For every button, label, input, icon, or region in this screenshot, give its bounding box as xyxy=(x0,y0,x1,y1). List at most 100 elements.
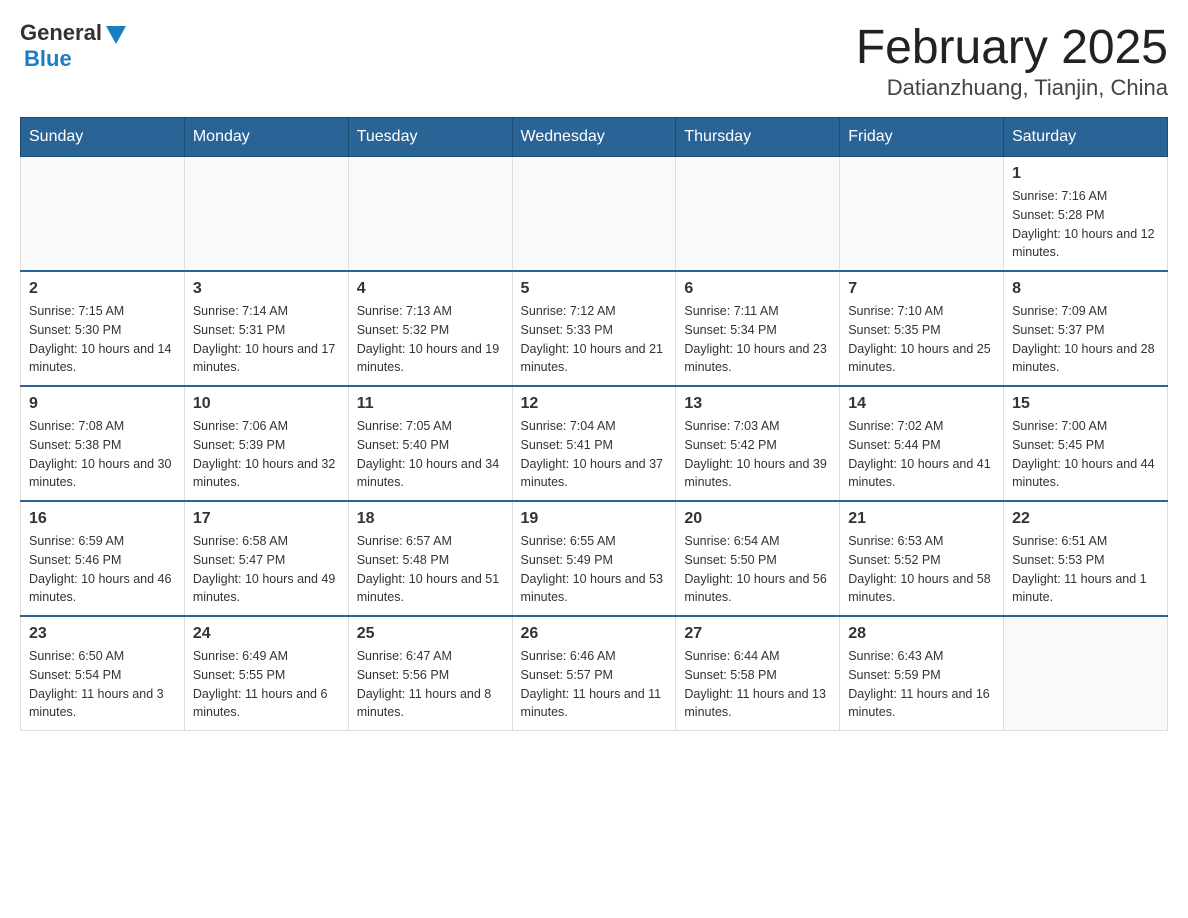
day-info: Sunrise: 6:57 AM Sunset: 5:48 PM Dayligh… xyxy=(357,532,504,607)
calendar-header-wednesday: Wednesday xyxy=(512,118,676,157)
day-info: Sunrise: 7:05 AM Sunset: 5:40 PM Dayligh… xyxy=(357,417,504,492)
logo-blue-label: Blue xyxy=(24,46,72,72)
calendar-week-row: 1 Sunrise: 7:16 AM Sunset: 5:28 PM Daylig… xyxy=(21,157,1168,272)
calendar-cell: 15 Sunrise: 7:00 AM Sunset: 5:45 PM Dayli… xyxy=(1004,386,1168,501)
day-number: 19 xyxy=(521,510,668,528)
day-info: Sunrise: 6:51 AM Sunset: 5:53 PM Dayligh… xyxy=(1012,532,1159,607)
day-info: Sunrise: 7:08 AM Sunset: 5:38 PM Dayligh… xyxy=(29,417,176,492)
calendar-cell: 17 Sunrise: 6:58 AM Sunset: 5:47 PM Dayli… xyxy=(184,501,348,616)
calendar-cell: 1 Sunrise: 7:16 AM Sunset: 5:28 PM Daylig… xyxy=(1004,157,1168,272)
calendar-cell: 13 Sunrise: 7:03 AM Sunset: 5:42 PM Dayli… xyxy=(676,386,840,501)
day-number: 17 xyxy=(193,510,340,528)
day-info: Sunrise: 7:15 AM Sunset: 5:30 PM Dayligh… xyxy=(29,302,176,377)
calendar-table: SundayMondayTuesdayWednesdayThursdayFrid… xyxy=(20,117,1168,731)
day-info: Sunrise: 6:47 AM Sunset: 5:56 PM Dayligh… xyxy=(357,647,504,722)
day-number: 15 xyxy=(1012,395,1159,413)
calendar-cell: 22 Sunrise: 6:51 AM Sunset: 5:53 PM Dayli… xyxy=(1004,501,1168,616)
day-info: Sunrise: 7:10 AM Sunset: 5:35 PM Dayligh… xyxy=(848,302,995,377)
day-info: Sunrise: 6:58 AM Sunset: 5:47 PM Dayligh… xyxy=(193,532,340,607)
calendar-cell xyxy=(1004,616,1168,731)
day-info: Sunrise: 7:14 AM Sunset: 5:31 PM Dayligh… xyxy=(193,302,340,377)
calendar-header-monday: Monday xyxy=(184,118,348,157)
calendar-week-row: 16Sunrise: 6:59 AM Sunset: 5:46 PM Dayli… xyxy=(21,501,1168,616)
day-number: 20 xyxy=(684,510,831,528)
day-info: Sunrise: 7:11 AM Sunset: 5:34 PM Dayligh… xyxy=(684,302,831,377)
calendar-header-tuesday: Tuesday xyxy=(348,118,512,157)
day-number: 22 xyxy=(1012,510,1159,528)
calendar-cell: 3Sunrise: 7:14 AM Sunset: 5:31 PM Daylig… xyxy=(184,271,348,386)
day-info: Sunrise: 7:06 AM Sunset: 5:39 PM Dayligh… xyxy=(193,417,340,492)
calendar-header-sunday: Sunday xyxy=(21,118,185,157)
calendar-cell: 26 Sunrise: 6:46 AM Sunset: 5:57 PM Dayli… xyxy=(512,616,676,731)
day-info: Sunrise: 6:54 AM Sunset: 5:50 PM Dayligh… xyxy=(684,532,831,607)
calendar-cell xyxy=(512,157,676,272)
day-number: 12 xyxy=(521,395,668,413)
calendar-cell: 19 Sunrise: 6:55 AM Sunset: 5:49 PM Dayli… xyxy=(512,501,676,616)
logo-triangle-icon xyxy=(106,26,126,44)
calendar-cell: 7 Sunrise: 7:10 AM Sunset: 5:35 PM Daylig… xyxy=(840,271,1004,386)
day-number: 21 xyxy=(848,510,995,528)
day-info: Sunrise: 6:46 AM Sunset: 5:57 PM Dayligh… xyxy=(521,647,668,722)
calendar-cell: 6Sunrise: 7:11 AM Sunset: 5:34 PM Daylig… xyxy=(676,271,840,386)
day-number: 2 xyxy=(29,280,176,298)
calendar-header-saturday: Saturday xyxy=(1004,118,1168,157)
day-number: 24 xyxy=(193,625,340,643)
day-number: 26 xyxy=(521,625,668,643)
calendar-cell: 24 Sunrise: 6:49 AM Sunset: 5:55 PM Dayli… xyxy=(184,616,348,731)
calendar-cell: 21Sunrise: 6:53 AM Sunset: 5:52 PM Dayli… xyxy=(840,501,1004,616)
calendar-header-thursday: Thursday xyxy=(676,118,840,157)
day-info: Sunrise: 7:16 AM Sunset: 5:28 PM Dayligh… xyxy=(1012,187,1159,262)
day-info: Sunrise: 7:03 AM Sunset: 5:42 PM Dayligh… xyxy=(684,417,831,492)
calendar-cell: 4 Sunrise: 7:13 AM Sunset: 5:32 PM Daylig… xyxy=(348,271,512,386)
logo-general-label: General xyxy=(20,20,102,46)
calendar-cell: 25 Sunrise: 6:47 AM Sunset: 5:56 PM Dayli… xyxy=(348,616,512,731)
calendar-cell: 27 Sunrise: 6:44 AM Sunset: 5:58 PM Dayli… xyxy=(676,616,840,731)
day-number: 7 xyxy=(848,280,995,298)
calendar-week-row: 9Sunrise: 7:08 AM Sunset: 5:38 PM Daylig… xyxy=(21,386,1168,501)
calendar-cell xyxy=(184,157,348,272)
logo: General Blue xyxy=(20,20,126,72)
day-number: 4 xyxy=(357,280,504,298)
calendar-cell: 23Sunrise: 6:50 AM Sunset: 5:54 PM Dayli… xyxy=(21,616,185,731)
day-info: Sunrise: 7:12 AM Sunset: 5:33 PM Dayligh… xyxy=(521,302,668,377)
calendar-cell: 9Sunrise: 7:08 AM Sunset: 5:38 PM Daylig… xyxy=(21,386,185,501)
calendar-cell: 11 Sunrise: 7:05 AM Sunset: 5:40 PM Dayli… xyxy=(348,386,512,501)
day-number: 14 xyxy=(848,395,995,413)
day-number: 27 xyxy=(684,625,831,643)
page-header: General Blue February 2025 Datianzhuang,… xyxy=(20,20,1168,101)
day-info: Sunrise: 7:04 AM Sunset: 5:41 PM Dayligh… xyxy=(521,417,668,492)
day-number: 23 xyxy=(29,625,176,643)
day-number: 5 xyxy=(521,280,668,298)
title-section: February 2025 Datianzhuang, Tianjin, Chi… xyxy=(856,20,1168,101)
day-info: Sunrise: 7:13 AM Sunset: 5:32 PM Dayligh… xyxy=(357,302,504,377)
calendar-cell xyxy=(348,157,512,272)
calendar-cell: 5 Sunrise: 7:12 AM Sunset: 5:33 PM Daylig… xyxy=(512,271,676,386)
day-number: 28 xyxy=(848,625,995,643)
calendar-cell: 10 Sunrise: 7:06 AM Sunset: 5:39 PM Dayli… xyxy=(184,386,348,501)
day-number: 18 xyxy=(357,510,504,528)
day-number: 25 xyxy=(357,625,504,643)
day-number: 16 xyxy=(29,510,176,528)
calendar-header-row: SundayMondayTuesdayWednesdayThursdayFrid… xyxy=(21,118,1168,157)
day-info: Sunrise: 7:09 AM Sunset: 5:37 PM Dayligh… xyxy=(1012,302,1159,377)
calendar-cell xyxy=(21,157,185,272)
month-title: February 2025 xyxy=(856,20,1168,75)
day-number: 8 xyxy=(1012,280,1159,298)
calendar-cell: 18 Sunrise: 6:57 AM Sunset: 5:48 PM Dayli… xyxy=(348,501,512,616)
logo-general-text: General xyxy=(20,20,126,46)
calendar-cell: 14Sunrise: 7:02 AM Sunset: 5:44 PM Dayli… xyxy=(840,386,1004,501)
calendar-cell xyxy=(676,157,840,272)
day-number: 10 xyxy=(193,395,340,413)
calendar-cell: 2 Sunrise: 7:15 AM Sunset: 5:30 PM Daylig… xyxy=(21,271,185,386)
calendar-cell: 28 Sunrise: 6:43 AM Sunset: 5:59 PM Dayli… xyxy=(840,616,1004,731)
day-number: 13 xyxy=(684,395,831,413)
day-number: 1 xyxy=(1012,165,1159,183)
day-info: Sunrise: 6:49 AM Sunset: 5:55 PM Dayligh… xyxy=(193,647,340,722)
day-info: Sunrise: 6:43 AM Sunset: 5:59 PM Dayligh… xyxy=(848,647,995,722)
calendar-week-row: 2 Sunrise: 7:15 AM Sunset: 5:30 PM Daylig… xyxy=(21,271,1168,386)
day-info: Sunrise: 6:44 AM Sunset: 5:58 PM Dayligh… xyxy=(684,647,831,722)
day-info: Sunrise: 7:00 AM Sunset: 5:45 PM Dayligh… xyxy=(1012,417,1159,492)
day-number: 11 xyxy=(357,395,504,413)
day-info: Sunrise: 6:55 AM Sunset: 5:49 PM Dayligh… xyxy=(521,532,668,607)
calendar-cell: 20 Sunrise: 6:54 AM Sunset: 5:50 PM Dayli… xyxy=(676,501,840,616)
